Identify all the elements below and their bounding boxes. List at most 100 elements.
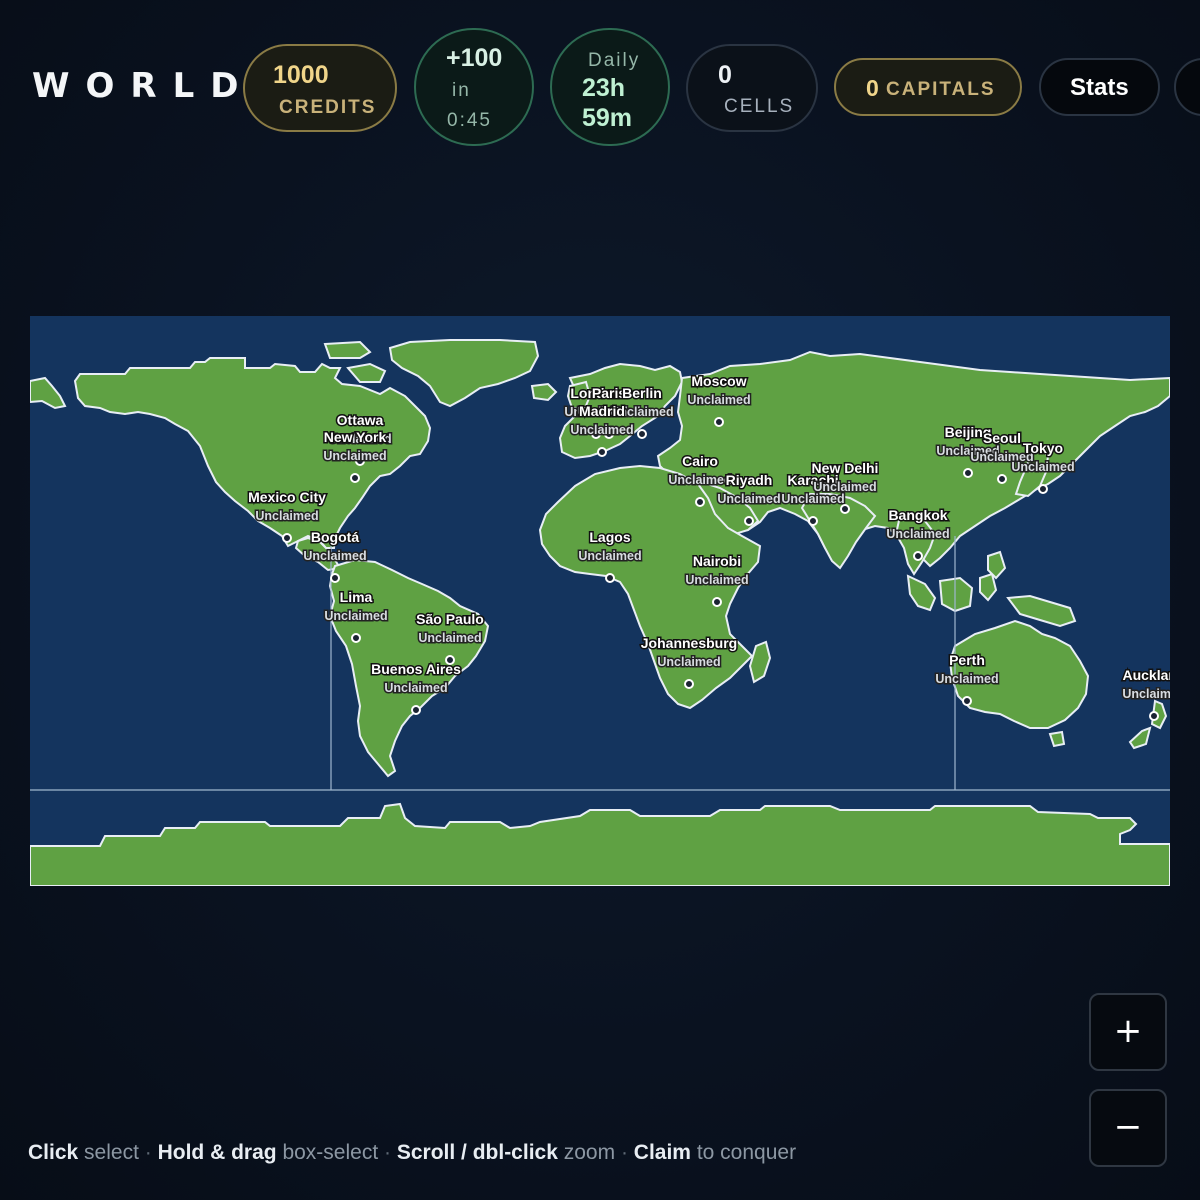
city-status: Unclaimed [384, 681, 447, 695]
income-countdown: 0:45 [447, 110, 492, 131]
city-status: Unclaimed [323, 449, 386, 463]
borneo [938, 576, 974, 613]
city-name: Johannesburg [641, 635, 737, 651]
city-status: Unclaimed [886, 527, 949, 541]
city-status: Unclaimed [813, 480, 876, 494]
city-dot-icon[interactable] [351, 633, 361, 643]
city-status: Unclaimed [685, 573, 748, 587]
city-status: Unclaimed [1011, 460, 1074, 474]
city-dot-icon[interactable] [350, 473, 360, 483]
hint-zoom: Scroll / dbl-click [396, 1141, 558, 1164]
capitals-label: CAPITALS [886, 79, 996, 100]
hint-drag: Hold & drag [157, 1141, 277, 1164]
city-status: Unclaimed [717, 492, 780, 506]
city-dot-icon[interactable] [712, 597, 722, 607]
city-dot-icon[interactable] [282, 533, 292, 543]
city-dot-icon[interactable] [637, 429, 647, 439]
zoom-in-button[interactable]: + [1089, 993, 1167, 1071]
daily-hours: 23h [582, 74, 626, 102]
city-name: Perth [949, 652, 985, 668]
city-status: Unclaimed [418, 631, 481, 645]
city-dot-icon[interactable] [605, 573, 615, 583]
cells-value: 0 [718, 61, 732, 89]
city-status: Unclaimed [255, 509, 318, 523]
more-button[interactable] [1174, 58, 1200, 116]
city-dot-icon[interactable] [597, 447, 607, 457]
city-dot-icon[interactable] [684, 679, 694, 689]
income-timer-badge: +100 in 0:45 [414, 28, 534, 146]
cells-label: CELLS [724, 96, 795, 117]
top-bar: WORLD 1000 CREDITS +100 in 0:45 Daily 23… [0, 0, 1200, 175]
city-dot-icon[interactable] [411, 705, 421, 715]
city-status: Unclaimed [657, 655, 720, 669]
city-status: Unclaimed [303, 549, 366, 563]
city-name: Paris [592, 385, 626, 401]
city-dot-icon[interactable] [695, 497, 705, 507]
city-name: New York [324, 429, 387, 445]
city-name: Mexico City [248, 489, 326, 505]
city-status: Unclaimed [668, 473, 731, 487]
city-name: Nairobi [693, 553, 741, 569]
city-status: Unclaimed [570, 423, 633, 437]
city-dot-icon[interactable] [1038, 484, 1048, 494]
city-dot-icon[interactable] [997, 474, 1007, 484]
city-name: Cairo [682, 453, 718, 469]
city-name: Tokyo [1023, 440, 1063, 456]
daily-label: Daily [588, 50, 641, 71]
city-name: Berlin [622, 385, 662, 401]
city-name: New Delhi [812, 460, 879, 476]
app-logo: WORLD [32, 66, 255, 106]
city-name: Buenos Aires [371, 661, 461, 677]
city-dot-icon[interactable] [913, 551, 923, 561]
city-status: Unclaimed [935, 672, 998, 686]
city-name: Lima [340, 589, 373, 605]
city-name: Bangkok [888, 507, 947, 523]
city-name: Seoul [983, 430, 1021, 446]
city-dot-icon[interactable] [330, 573, 340, 583]
credits-label: CREDITS [279, 97, 377, 118]
capitals-badge[interactable]: 0 CAPITALS [834, 58, 1022, 116]
city-dot-icon[interactable] [744, 516, 754, 526]
world-map[interactable]: Ottawa Unclaimed New York Unclaimed Mexico C… [30, 316, 1170, 886]
city-name: Ottawa [337, 412, 384, 428]
city-name: Riyadh [726, 472, 773, 488]
city-name: Lagos [589, 529, 630, 545]
hint-separator: · [384, 1141, 391, 1164]
controls-hint: Click select · Hold & drag box-select · … [28, 1141, 796, 1165]
city-status: Unclaimed [781, 492, 844, 506]
city-name: São Paulo [416, 611, 484, 627]
hint-click: Click [28, 1141, 79, 1164]
income-in-label: in [452, 80, 471, 101]
city-name: Moscow [691, 373, 746, 389]
city-status: Unclaimed [687, 393, 750, 407]
zoom-out-button[interactable]: − [1089, 1089, 1167, 1167]
hint-separator: · [620, 1141, 628, 1164]
city-dot-icon[interactable] [808, 516, 818, 526]
credits-value: 1000 [273, 61, 329, 89]
city-name: Madrid [579, 403, 625, 419]
world-map-canvas[interactable]: Ottawa Unclaimed New York Unclaimed Mexico C… [30, 316, 1170, 886]
income-amount: +100 [446, 44, 503, 72]
stats-label: Stats [1070, 74, 1129, 101]
city-dot-icon[interactable] [1149, 711, 1159, 721]
hint-claim: Claim [633, 1141, 691, 1164]
hint-click-desc: select [84, 1141, 139, 1164]
city-status: Unclaimed [578, 549, 641, 563]
city-dot-icon[interactable] [962, 696, 972, 706]
city-name: Bogotá [311, 529, 359, 545]
stats-button[interactable]: Stats [1039, 58, 1160, 116]
arctic-island-1 [323, 340, 372, 359]
cells-badge: 0 CELLS [686, 44, 818, 132]
credits-badge: 1000 CREDITS [243, 44, 397, 132]
city-dot-icon[interactable] [840, 504, 850, 514]
city-dot-icon[interactable] [963, 468, 973, 478]
capitals-value: 0 [866, 75, 879, 101]
hint-zoom-desc: zoom [563, 1141, 616, 1164]
city-status: Unclaimed [324, 609, 387, 623]
hint-separator: · [144, 1141, 152, 1164]
hint-claim-desc: to conquer [696, 1141, 797, 1164]
city-dot-icon[interactable] [714, 417, 724, 427]
city-status: Unclaimed [1122, 687, 1170, 701]
city-name: Auckland [1122, 667, 1170, 683]
daily-bonus-badge[interactable]: Daily 23h 59m [550, 28, 670, 146]
